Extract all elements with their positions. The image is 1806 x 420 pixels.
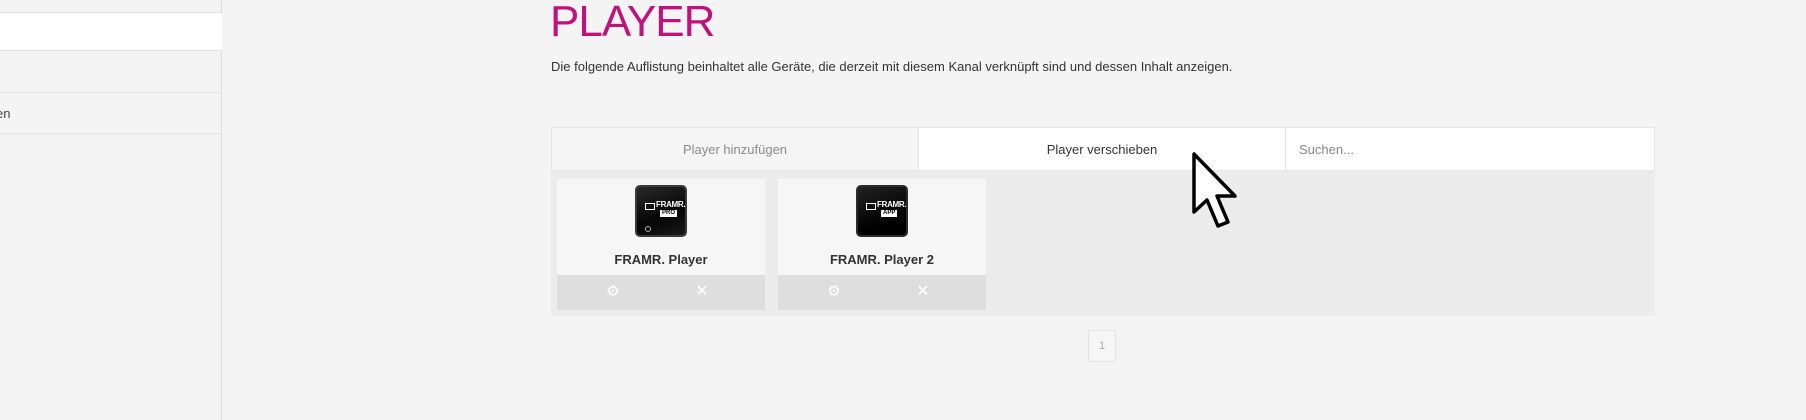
framr-player-icon: FRAMR. PRO [635, 185, 687, 237]
screen-icon [866, 203, 876, 210]
gear-icon[interactable]: ⚙ [604, 283, 622, 301]
player-toolbar: Player hinzufügen Player verschieben [551, 127, 1655, 171]
player-card[interactable]: FRAMR. PRO FRAMR. Player ⚙ ✕ [557, 179, 765, 310]
sidebar-item[interactable] [0, 52, 221, 93]
page-title: PLAYER [550, 0, 715, 46]
gear-icon[interactable]: ⚙ [825, 283, 843, 301]
player-name: FRAMR. Player [614, 252, 708, 267]
player-card[interactable]: FRAMR. APP FRAMR. Player 2 ⚙ ✕ [778, 179, 986, 310]
player-grid: FRAMR. PRO FRAMR. Player ⚙ ✕ FRAMR. APP … [551, 171, 1655, 316]
sidebar-item-label: en [0, 106, 11, 121]
sidebar: en [0, 0, 222, 420]
search-input[interactable] [1286, 128, 1654, 170]
player-name: FRAMR. Player 2 [829, 252, 935, 267]
screen-icon [645, 203, 655, 210]
active-indicator-arrow [202, 13, 222, 51]
framr-app-icon: FRAMR. APP [856, 185, 908, 237]
thumb-brand: FRAMR. [656, 200, 686, 209]
close-icon[interactable]: ✕ [914, 283, 932, 301]
sidebar-item-active[interactable] [0, 12, 221, 51]
page-description: Die folgende Auflistung beinhaltet alle … [551, 59, 1233, 74]
thumb-brand: FRAMR. [877, 200, 907, 209]
add-player-button[interactable]: Player hinzufügen [552, 128, 919, 170]
thumb-tag: PRO [660, 210, 678, 217]
power-led-icon [645, 226, 651, 232]
close-icon[interactable]: ✕ [693, 283, 711, 301]
thumb-tag: APP [881, 210, 898, 217]
pagination-page-button[interactable]: 1 [1088, 330, 1116, 362]
player-actions: ⚙ ✕ [557, 275, 765, 310]
move-player-button[interactable]: Player verschieben [919, 128, 1286, 170]
player-actions: ⚙ ✕ [778, 275, 986, 310]
sidebar-item[interactable]: en [0, 93, 221, 134]
